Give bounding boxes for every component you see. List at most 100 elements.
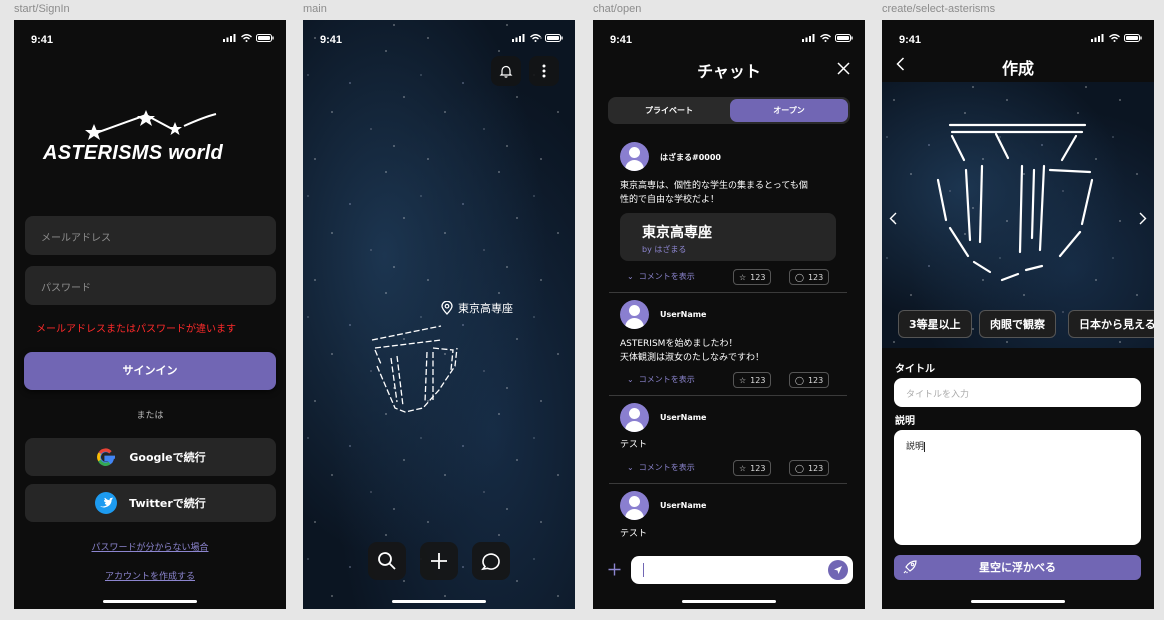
twitter-signin-button[interactable]: Twitterで続行	[25, 484, 276, 522]
post-text-line: 天体観測は淑女のたしなみですわ！	[620, 353, 765, 363]
close-icon[interactable]	[837, 62, 850, 75]
asterism-shape-icon[interactable]	[930, 120, 1110, 288]
plus-icon	[431, 553, 447, 569]
status-icons	[223, 34, 274, 42]
filter-tag[interactable]: 肉眼で観察	[979, 310, 1056, 338]
star-count-button[interactable]: ☆ 123	[733, 460, 772, 476]
wifi-icon	[530, 34, 541, 42]
show-comments-link[interactable]: ⌄ コメントを表示	[627, 374, 695, 385]
post-text: テスト	[620, 438, 840, 452]
comment-count-button[interactable]: ◯ 123	[789, 269, 830, 285]
show-comments-label: コメントを表示	[638, 375, 695, 384]
avatar[interactable]	[620, 300, 649, 329]
asterism-shape-icon[interactable]	[367, 318, 467, 416]
post-text: ASTERISMを始めましたわ！ 天体観測は淑女のたしなみですわ！	[620, 337, 840, 365]
password-field[interactable]: パスワード	[25, 266, 276, 305]
float-in-sky-button[interactable]: 星空に浮かべる	[894, 555, 1141, 580]
twitter-label: Twitterで続行	[129, 497, 206, 510]
comment-icon: ◯	[795, 463, 804, 473]
status-time: 9:41	[31, 34, 54, 46]
title-placeholder: タイトルを入力	[906, 390, 970, 400]
text-cursor	[924, 441, 926, 452]
status-bar: 9:41	[303, 20, 575, 60]
next-asterism-icon[interactable]	[1139, 212, 1147, 225]
post-username: UserName	[660, 413, 707, 422]
description-textarea[interactable]: 説明	[894, 430, 1141, 545]
title-label: タイトル	[895, 364, 935, 375]
avatar[interactable]	[620, 403, 649, 432]
divider	[609, 395, 847, 396]
title-input[interactable]: タイトルを入力	[894, 378, 1141, 407]
filter-tag[interactable]: 日本から見える	[1068, 310, 1154, 338]
create-account-link[interactable]: アカウントを作成する	[14, 569, 286, 582]
status-time: 9:41	[899, 34, 922, 46]
home-indicator	[682, 600, 776, 603]
status-bar: 9:41	[14, 20, 286, 60]
status-bar: 9:41	[882, 20, 1154, 60]
rocket-icon	[903, 560, 917, 574]
status-bar: 9:41	[593, 20, 865, 60]
show-comments-label: コメントを表示	[638, 463, 695, 472]
comment-count-button[interactable]: ◯ 123	[789, 460, 830, 476]
show-comments-link[interactable]: ⌄ コメントを表示	[627, 462, 695, 473]
text-cursor	[643, 563, 644, 577]
signin-screen: 9:41 ASTERISMS world メールアドレス パスワード メールアド…	[14, 20, 286, 609]
post-text-line: テスト	[620, 529, 648, 539]
message-input[interactable]	[631, 556, 853, 584]
search-button[interactable]	[368, 542, 406, 580]
status-time: 9:41	[610, 34, 633, 46]
comment-count-button[interactable]: ◯ 123	[789, 372, 830, 388]
chat-screen: 9:41 チャット プライベート オープン はざまる#0000 東京高専は、個性…	[593, 20, 865, 609]
main-screen: 9:41 東京高専座	[303, 20, 575, 609]
notification-button[interactable]	[491, 56, 521, 86]
star-icon: ☆	[739, 463, 747, 473]
status-icons	[1091, 34, 1142, 42]
post-text-line: 東京高専は、個性的な学生の集まるとっても個	[620, 181, 808, 191]
previous-asterism-icon[interactable]	[889, 212, 897, 225]
forgot-password-link[interactable]: パスワードが分からない場合	[14, 540, 286, 553]
avatar[interactable]	[620, 491, 649, 520]
post-text: テスト	[620, 527, 840, 541]
star-count-button[interactable]: ☆ 123	[733, 269, 772, 285]
google-signin-button[interactable]: Googleで続行	[25, 438, 276, 476]
tab-private[interactable]: プライベート	[610, 99, 728, 122]
post-text-line: ASTERISMを始めましたわ！	[620, 339, 738, 349]
comment-icon: ◯	[795, 272, 804, 282]
twitter-icon	[95, 492, 118, 514]
signal-icon	[223, 34, 236, 42]
more-vertical-icon	[542, 64, 546, 78]
show-comments-link[interactable]: ⌄ コメントを表示	[627, 271, 695, 282]
divider	[609, 292, 847, 293]
asterism-place-label[interactable]: 東京高専座	[441, 300, 513, 316]
signal-icon	[512, 34, 525, 42]
star-icon: ☆	[739, 375, 747, 385]
email-placeholder: メールアドレス	[41, 233, 111, 244]
email-field[interactable]: メールアドレス	[25, 216, 276, 255]
show-comments-label: コメントを表示	[638, 272, 695, 281]
password-placeholder: パスワード	[41, 283, 91, 294]
attach-plus-icon[interactable]	[608, 563, 621, 576]
status-icons	[802, 34, 853, 42]
asterism-card[interactable]: 東京高専座 by はざまる	[620, 213, 836, 261]
home-indicator	[103, 600, 197, 603]
signin-button[interactable]: サインイン	[24, 352, 276, 390]
post-actions: ⌄ コメントを表示 ☆ 123 ◯ 123	[627, 460, 847, 476]
description-label: 説明	[895, 416, 915, 427]
post-username: UserName	[660, 501, 707, 510]
avatar[interactable]	[620, 142, 649, 171]
filter-tag[interactable]: 3等星以上	[898, 310, 972, 338]
add-asterism-button[interactable]	[420, 542, 458, 580]
page-title: チャット	[697, 62, 761, 81]
frame-label-chat: chat/open	[593, 3, 642, 15]
divider	[609, 483, 847, 484]
wifi-icon	[1109, 34, 1120, 42]
chat-button[interactable]	[472, 542, 510, 580]
more-menu-button[interactable]	[529, 56, 559, 86]
post-actions: ⌄ コメントを表示 ☆ 123 ◯ 123	[627, 372, 847, 388]
tab-open[interactable]: オープン	[730, 99, 848, 122]
battery-icon	[545, 34, 563, 42]
status-icons	[512, 34, 563, 42]
star-count-button[interactable]: ☆ 123	[733, 372, 772, 388]
float-button-label: 星空に浮かべる	[979, 561, 1056, 574]
send-button[interactable]	[828, 560, 848, 580]
